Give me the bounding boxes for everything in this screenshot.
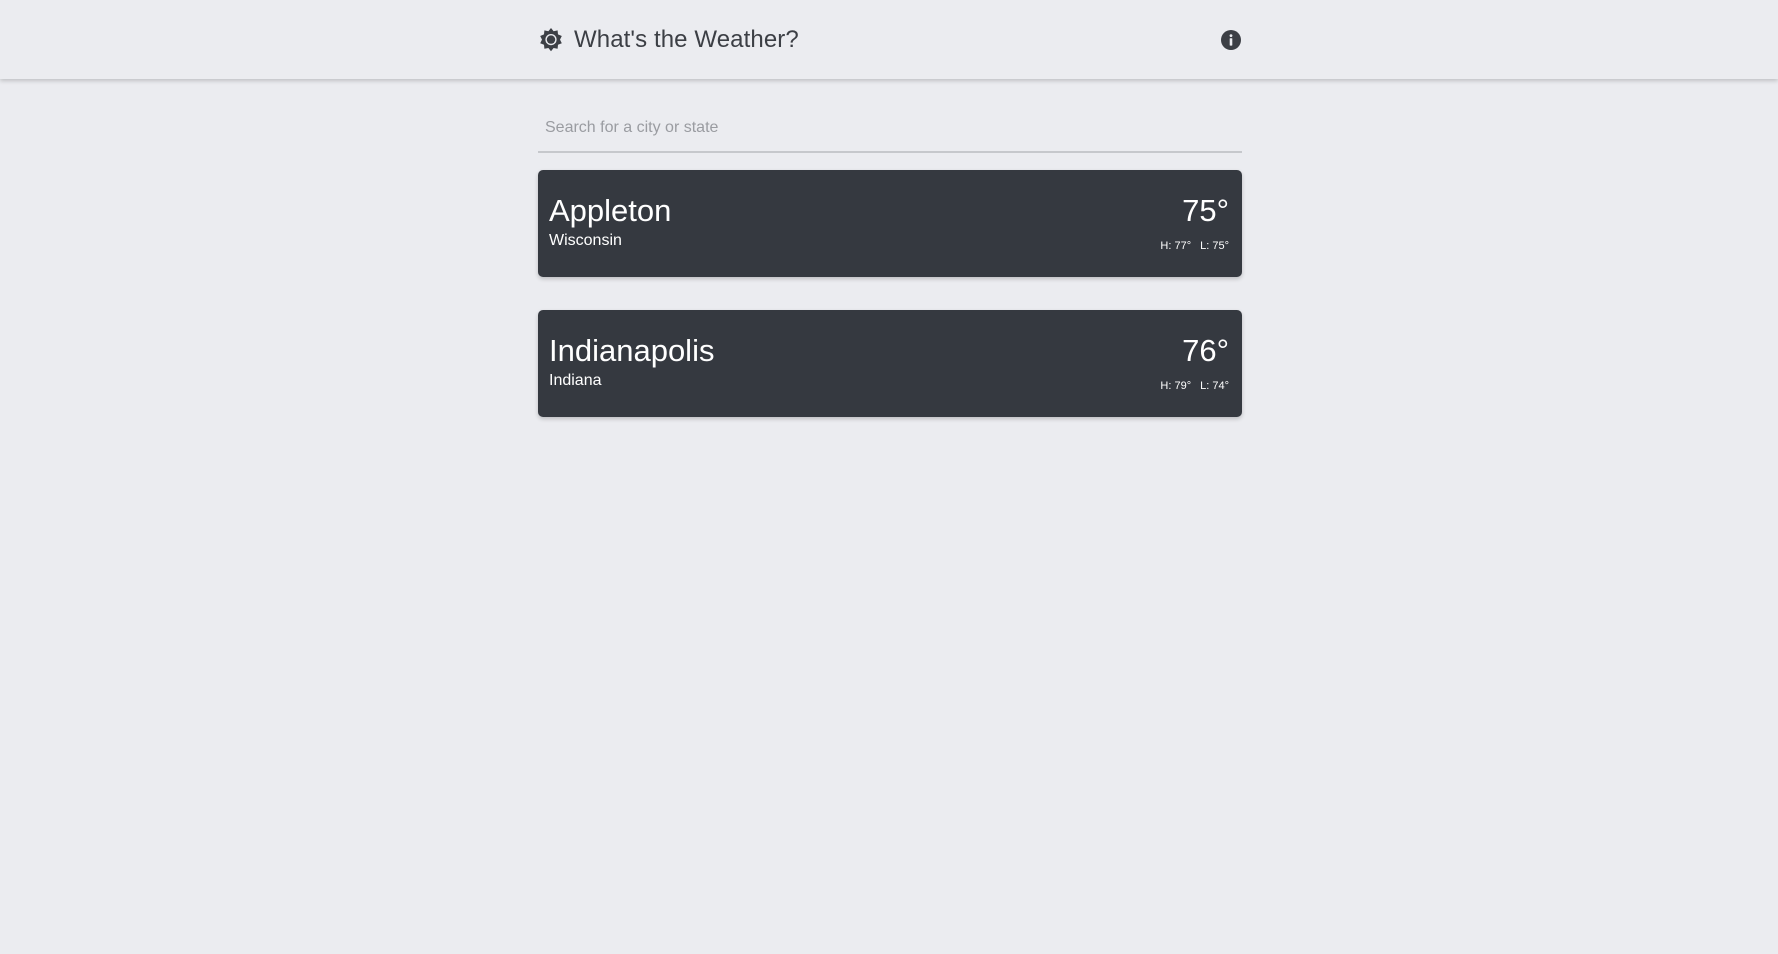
- city-card-indianapolis[interactable]: Indianapolis Indiana 76° H: 79° L: 74°: [538, 310, 1242, 417]
- low-temperature: L: 74°: [1200, 380, 1229, 392]
- app-title: What's the Weather?: [574, 25, 799, 53]
- high-temperature: H: 79°: [1160, 380, 1192, 392]
- info-button[interactable]: [1220, 29, 1242, 51]
- high-low: H: 77° L: 75°: [1160, 239, 1229, 253]
- current-temperature: 76°: [1182, 333, 1229, 368]
- high-low: H: 79° L: 74°: [1160, 379, 1229, 393]
- high-temperature: H: 77°: [1160, 240, 1192, 252]
- city-card-appleton[interactable]: Appleton Wisconsin 75° H: 77° L: 75°: [538, 170, 1242, 277]
- search-field: [538, 104, 1242, 153]
- state-name: Wisconsin: [549, 232, 622, 249]
- current-temperature: 75°: [1182, 193, 1229, 228]
- header-content: What's the Weather?: [538, 0, 1242, 79]
- state-name: Indiana: [549, 372, 602, 389]
- low-temperature: L: 75°: [1200, 240, 1229, 252]
- search-input[interactable]: [538, 104, 1242, 151]
- city-name: Indianapolis: [549, 333, 715, 368]
- sun-icon: [538, 27, 564, 53]
- city-name: Appleton: [549, 193, 672, 228]
- info-icon: [1221, 29, 1241, 50]
- app-header: What's the Weather?: [0, 0, 1778, 79]
